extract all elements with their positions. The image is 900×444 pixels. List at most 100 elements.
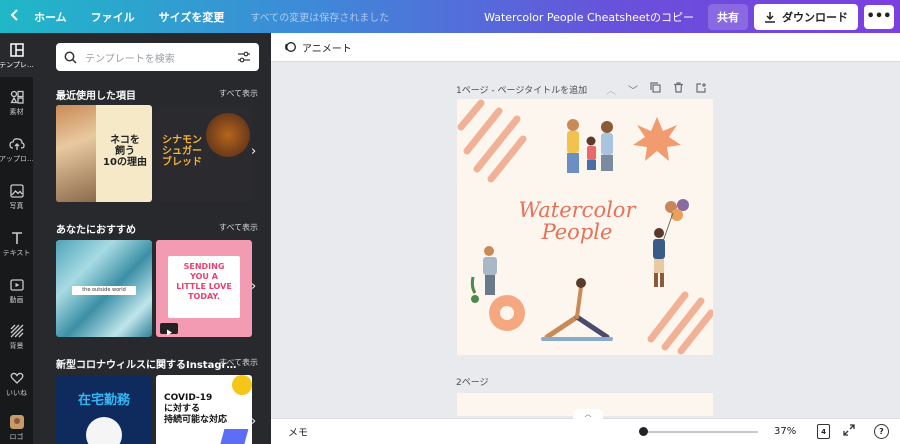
see-all-covid-link[interactable]: すべて表示 <box>219 357 258 368</box>
zoom-slider-handle[interactable] <box>639 427 648 436</box>
thumb-text: シュガー <box>162 146 202 157</box>
resize-button[interactable]: サイズを変更 <box>159 9 225 25</box>
rail-label: いいね <box>6 389 27 397</box>
document-title[interactable]: Watercolor People Cheatsheetのコピー <box>484 9 694 25</box>
page2-label[interactable]: 2ページ <box>456 375 489 388</box>
file-menu[interactable]: ファイル <box>91 9 135 25</box>
template-thumb-love[interactable]: SENDING YOU A LITTLE LOVE TODAY. <box>156 240 252 337</box>
rail-label: テンプレ… <box>0 61 34 69</box>
rail-item-logo[interactable]: ロゴ <box>0 414 33 442</box>
download-icon <box>765 11 775 23</box>
rail-item-elements[interactable]: 素材 <box>0 89 33 117</box>
thumb-text: SENDING <box>183 262 225 271</box>
rail-label: アップロ… <box>0 155 34 163</box>
decor-shape <box>219 429 249 444</box>
canvas-workspace: 1ページ - ページタイトルを追加 ︿ ﹀ Watercolor People … <box>271 62 900 416</box>
section-title-recent: 最近使用した項目 <box>56 91 136 102</box>
rail-label: ロゴ <box>9 433 24 441</box>
chevron-left-icon[interactable] <box>4 8 26 25</box>
upload-icon <box>8 136 25 152</box>
rail-item-background[interactable]: 背景 <box>0 323 33 351</box>
heart-icon <box>9 370 25 386</box>
logo-icon <box>9 414 25 430</box>
thumb-text: に対する <box>164 404 201 414</box>
template-panel: テンプレートを検索 最近使用した項目 すべて表示 ネコを 飼う 10の理由 シナ… <box>33 33 271 444</box>
page1-label[interactable]: 1ページ - ページタイトルを追加 <box>456 83 587 96</box>
rail-item-text[interactable]: テキスト <box>0 230 33 258</box>
section-title-covid: 新型コロナウィルスに関するInstagr… <box>56 360 237 371</box>
bottom-bar: ︿ メモ 37% 4 ? <box>271 409 900 444</box>
thumb-text: YOU A <box>190 272 218 281</box>
template-thumb-cinnamon[interactable]: シナモン シュガー ブレッド <box>156 105 252 202</box>
rail-label: 背景 <box>9 342 24 350</box>
page-tools: ︿ ﹀ <box>606 82 707 97</box>
video-badge-icon <box>160 323 178 336</box>
chevron-right-icon[interactable]: › <box>251 279 256 294</box>
design-title[interactable]: Watercolor People <box>507 199 647 243</box>
template-thumb-cat[interactable]: ネコを 飼う 10の理由 <box>56 105 152 202</box>
editor-toolbar: アニメート <box>271 33 900 62</box>
template-search-input[interactable]: テンプレートを検索 <box>56 43 259 71</box>
rail-item-templates[interactable]: テンプレ… <box>0 33 34 77</box>
elements-icon <box>9 89 25 105</box>
duplicate-page-icon[interactable] <box>650 82 661 97</box>
rail-label: 写真 <box>9 202 24 210</box>
chevron-right-icon[interactable]: › <box>251 144 256 159</box>
zoom-level[interactable]: 37% <box>774 426 796 437</box>
share-button[interactable]: 共有 <box>708 3 748 30</box>
thumb-text: ネコを <box>110 135 140 146</box>
design-title-line: People <box>541 220 613 244</box>
animate-label: アニメート <box>302 43 352 55</box>
page-count-button[interactable]: 4 <box>817 424 830 439</box>
animate-button[interactable]: アニメート <box>284 40 352 55</box>
thumb-text: 10の理由 <box>103 157 147 168</box>
rail-item-likes[interactable]: いいね <box>0 370 33 398</box>
search-icon <box>64 51 77 64</box>
template-thumb-covid[interactable]: COVID-19 に対する 持続可能な対応 <box>156 375 252 444</box>
top-bar: ホーム ファイル サイズを変更 すべての変更は保存されました Watercolo… <box>0 0 900 33</box>
thumb-text: TODAY. <box>188 292 220 301</box>
add-page-icon[interactable] <box>696 82 707 97</box>
chevron-right-icon[interactable]: › <box>251 414 256 429</box>
home-button[interactable]: ホーム <box>34 9 67 25</box>
help-button[interactable]: ? <box>874 424 889 439</box>
design-page-1[interactable]: Watercolor People <box>457 99 713 355</box>
template-icon <box>9 42 25 58</box>
save-status: すべての変更は保存されました <box>250 13 390 24</box>
rail-item-video[interactable]: 動画 <box>0 277 33 305</box>
thumb-text: 飼う <box>115 146 135 157</box>
more-options-button[interactable]: ••• <box>864 4 894 29</box>
rail-item-photos[interactable]: 写真 <box>0 183 33 211</box>
rail-item-uploads[interactable]: アップロ… <box>0 136 34 164</box>
animate-icon <box>285 42 296 52</box>
video-icon <box>9 277 25 293</box>
trash-icon[interactable] <box>673 82 684 97</box>
see-all-recommended-link[interactable]: すべて表示 <box>219 222 258 233</box>
filter-icon[interactable] <box>237 51 251 64</box>
template-thumb-ocean[interactable]: the outside world <box>56 240 152 337</box>
template-thumb-remote-work[interactable]: 在宅勤務 <box>56 375 152 444</box>
chevron-down-icon[interactable]: ﹀ <box>628 82 638 97</box>
fullscreen-icon[interactable] <box>843 424 855 439</box>
search-placeholder: テンプレートを検索 <box>85 53 175 65</box>
section-title-recommended: あなたにおすすめ <box>56 225 136 236</box>
thumb-text: ブレッド <box>162 157 202 168</box>
thumb-text: the outside world <box>72 286 136 295</box>
rail-label: 動画 <box>9 296 24 304</box>
see-all-recent-link[interactable]: すべて表示 <box>219 88 258 99</box>
zoom-slider-track[interactable] <box>643 431 758 433</box>
background-icon <box>9 323 25 339</box>
photo-icon <box>9 183 25 199</box>
sun-shape <box>633 117 681 161</box>
thumb-text: COVID-19 <box>164 393 213 403</box>
chevron-up-icon[interactable]: ︿ <box>606 82 616 97</box>
thumb-text: 在宅勤務 <box>77 393 130 408</box>
chevron-up-icon[interactable]: ︿ <box>573 409 603 421</box>
download-button[interactable]: ダウンロード <box>754 3 858 30</box>
bread-photo <box>206 113 250 157</box>
thumb-text: シナモン <box>162 135 202 146</box>
rail-label: テキスト <box>2 249 31 257</box>
memo-button[interactable]: メモ <box>288 424 308 439</box>
thumb-text: 持続可能な対応 <box>164 415 228 425</box>
person-illustration <box>86 417 122 444</box>
